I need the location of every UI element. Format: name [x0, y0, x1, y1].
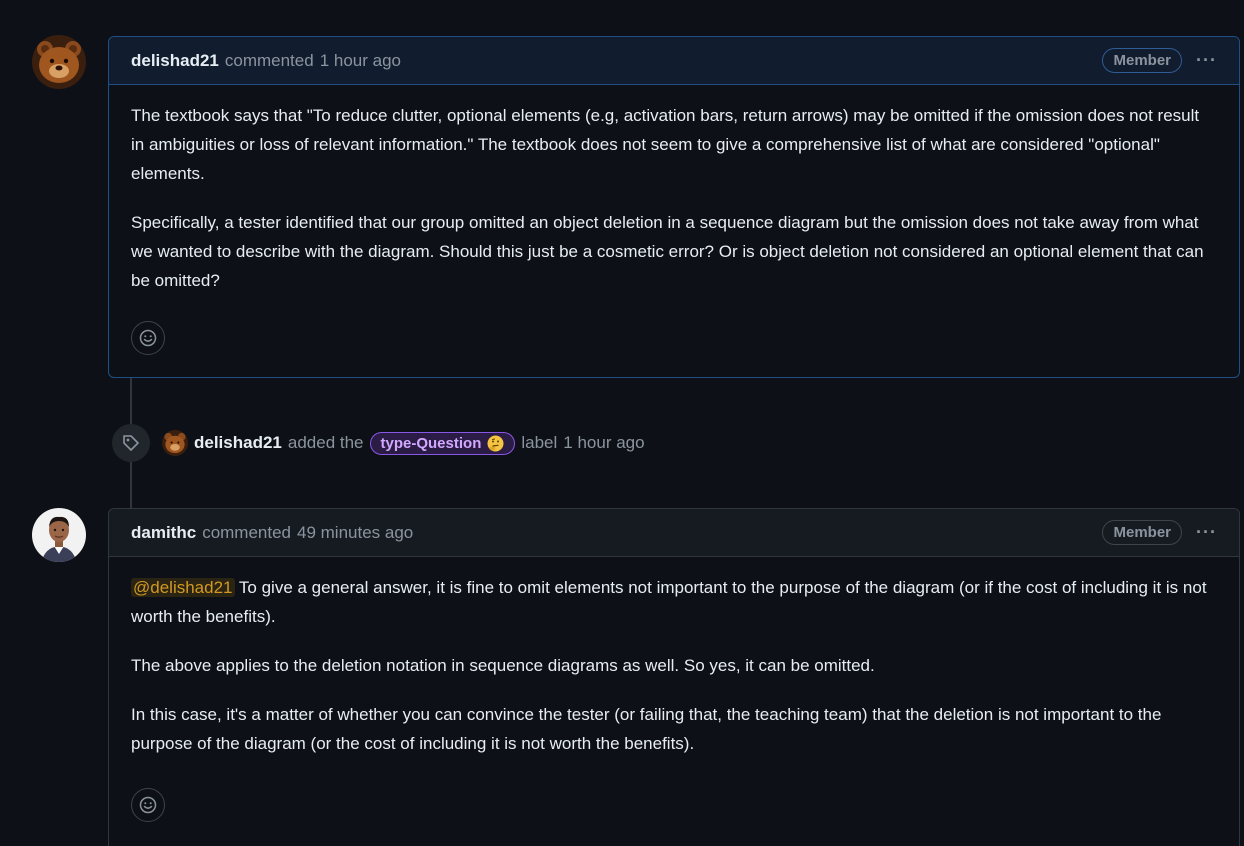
label-name: type-Question	[380, 434, 482, 452]
smiley-icon	[139, 796, 157, 814]
issue-timeline: delishad21 commented 1 hour ago Member ·…	[0, 0, 1244, 846]
smiley-icon	[139, 329, 157, 347]
comment-card: delishad21 commented 1 hour ago Member ·…	[108, 36, 1240, 378]
bear-avatar[interactable]	[162, 430, 188, 456]
event-actor[interactable]: delishad21	[194, 433, 282, 453]
timeline-connector	[130, 462, 132, 508]
user-mention[interactable]: @delishad21	[131, 578, 235, 597]
comment-paragraph: Specifically, a tester identified that o…	[131, 213, 1204, 290]
comment-paragraph: In this case, it's a matter of whether y…	[131, 705, 1162, 753]
comment-paragraph: The textbook says that "To reduce clutte…	[131, 106, 1200, 183]
comment-timestamp[interactable]: 49 minutes ago	[297, 523, 413, 543]
comment-header: delishad21 commented 1 hour ago Member ·…	[109, 37, 1239, 85]
person-avatar[interactable]	[32, 508, 86, 562]
tag-icon	[112, 424, 150, 462]
comment-body: The textbook says that "To reduce clutte…	[109, 85, 1239, 295]
event-timestamp[interactable]: 1 hour ago	[563, 433, 644, 453]
kebab-menu-icon[interactable]: ···	[1196, 522, 1217, 543]
comment-timestamp[interactable]: 1 hour ago	[320, 51, 401, 71]
comment-header: damithc commented 49 minutes ago Member …	[109, 509, 1239, 557]
comment-paragraph: @delishad21 To give a general answer, it…	[131, 573, 1217, 631]
add-reaction-button[interactable]	[131, 788, 165, 822]
bear-avatar[interactable]	[32, 35, 86, 89]
timeline-connector	[130, 378, 132, 424]
comment-body: @delishad21 To give a general answer, it…	[109, 557, 1239, 758]
add-reaction-button[interactable]	[131, 321, 165, 355]
role-badge: Member	[1102, 48, 1183, 73]
event-action: added the	[287, 433, 364, 452]
thinking-face-icon	[487, 435, 504, 452]
role-badge: Member	[1102, 520, 1183, 545]
comment-author[interactable]: damithc	[131, 523, 196, 543]
comment-action: commented	[202, 522, 292, 542]
comment-author[interactable]: delishad21	[131, 51, 219, 71]
comment-text: To give a general answer, it is fine to …	[131, 578, 1207, 626]
label-type-question[interactable]: type-Question	[369, 431, 516, 455]
comment-card: damithc commented 49 minutes ago Member …	[108, 508, 1240, 846]
comment-paragraph: The above applies to the deletion notati…	[131, 656, 875, 675]
comment-action: commented	[224, 50, 314, 70]
kebab-menu-icon[interactable]: ···	[1196, 50, 1217, 71]
event-action: label	[521, 433, 558, 452]
label-event: delishad21 added the type-Question label…	[112, 424, 645, 462]
